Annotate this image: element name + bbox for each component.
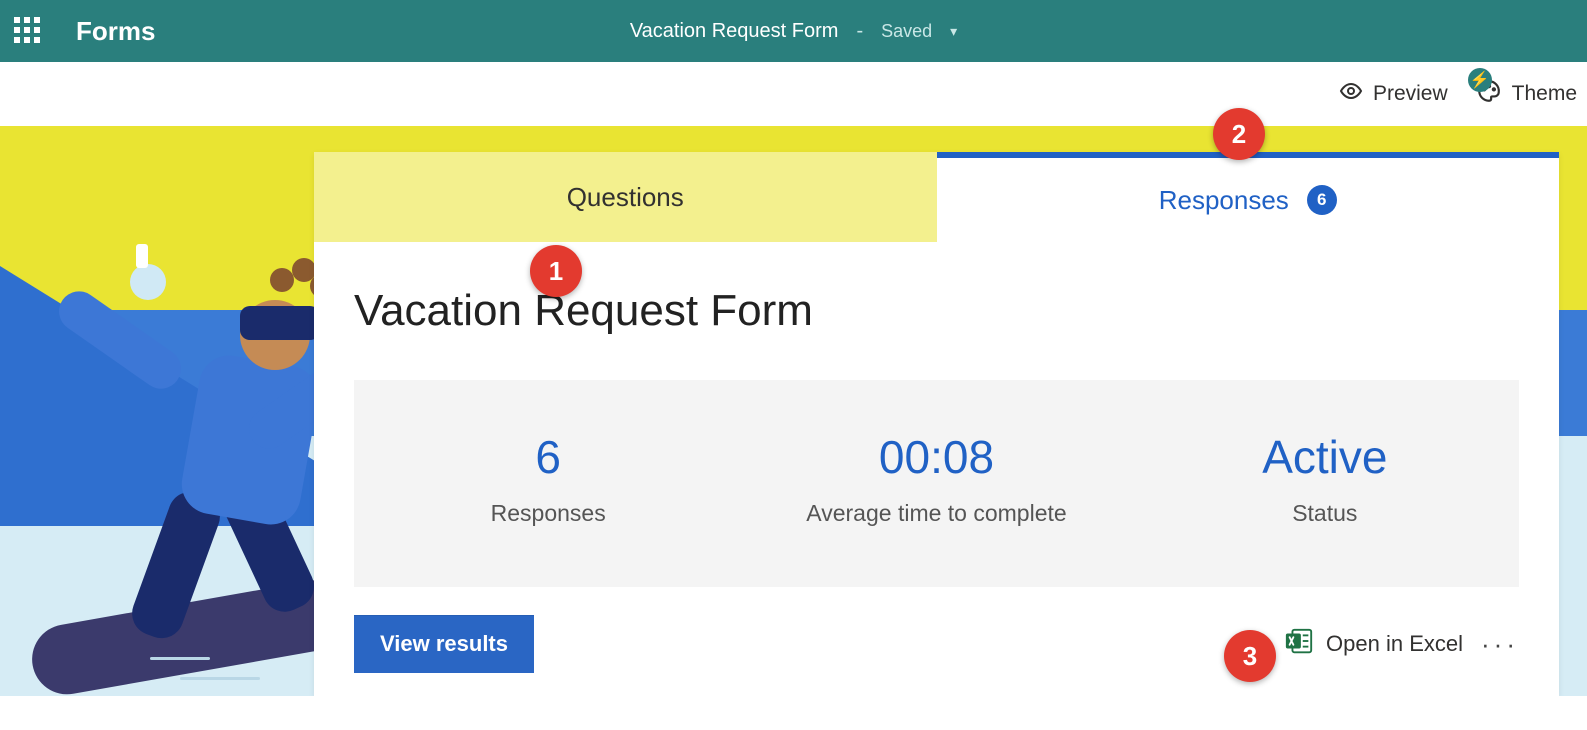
eye-icon [1339,79,1363,109]
banner: Questions Responses 6 Vacation Request F… [0,126,1587,696]
lightning-badge-icon: ⚡ [1468,68,1492,92]
stat-status: Active Status [1131,430,1519,527]
app-header: Forms Vacation Request Form - Saved ▾ [0,0,1587,62]
stats-panel: 6 Responses 00:08 Average time to comple… [354,380,1519,587]
toolbar: Preview ⚡ Theme [0,62,1587,126]
open-in-excel-button[interactable]: Open in Excel [1284,626,1463,662]
save-status: Saved [881,21,932,42]
page-title: Vacation Request Form [354,286,1519,336]
tab-questions[interactable]: Questions [314,152,937,242]
annotation-3: 3 [1224,630,1276,682]
stat-avg-time-label: Average time to complete [742,500,1130,527]
open-in-excel-label: Open in Excel [1326,631,1463,657]
theme-label: Theme [1512,82,1577,106]
stat-responses-value: 6 [354,430,742,484]
responses-count-badge: 6 [1307,185,1337,215]
annotation-1: 1 [530,245,582,297]
header-center: Vacation Request Form - Saved ▾ [630,20,957,43]
card-content: Vacation Request Form 6 Responses 00:08 … [314,242,1559,673]
app-name[interactable]: Forms [76,16,155,47]
preview-label: Preview [1373,82,1448,106]
preview-button[interactable]: Preview [1339,79,1448,109]
stat-avg-time-value: 00:08 [742,430,1130,484]
actions-row: View results Open in Excel ··· [354,615,1519,673]
dash: - [856,20,863,43]
stat-responses: 6 Responses [354,430,742,527]
more-options-icon[interactable]: ··· [1481,629,1519,660]
tabs: Questions Responses 6 [314,152,1559,242]
annotation-2: 2 [1213,108,1265,160]
theme-button[interactable]: ⚡ Theme [1476,78,1577,110]
chevron-down-icon[interactable]: ▾ [950,23,957,40]
tab-questions-label: Questions [567,182,684,213]
stat-status-value: Active [1131,430,1519,484]
form-card: Questions Responses 6 Vacation Request F… [314,152,1559,696]
tab-responses-label: Responses [1159,185,1289,216]
excel-icon [1284,626,1314,662]
app-launcher-icon[interactable] [14,17,42,45]
stat-avg-time: 00:08 Average time to complete [742,430,1130,527]
tab-responses[interactable]: Responses 6 [937,152,1560,242]
stat-status-label: Status [1131,500,1519,527]
header-form-title: Vacation Request Form [630,20,839,43]
snowboarder-illustration [40,260,360,696]
view-results-button[interactable]: View results [354,615,534,673]
right-actions: Open in Excel ··· [1284,626,1519,662]
stat-responses-label: Responses [354,500,742,527]
